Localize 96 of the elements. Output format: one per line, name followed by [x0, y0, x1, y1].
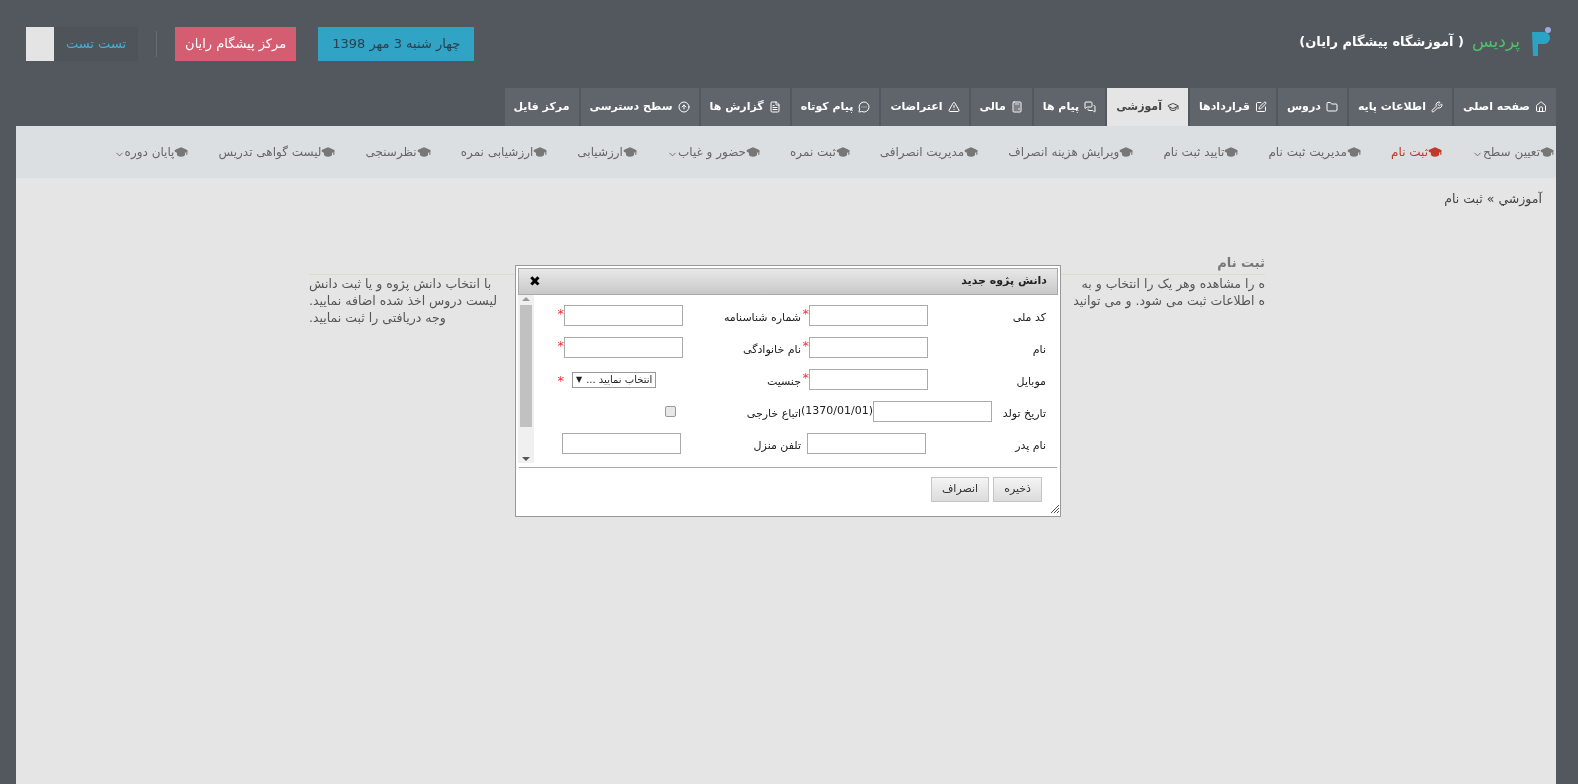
nav-tab[interactable]: پیام کوتاه [791, 88, 880, 126]
nav-tab[interactable]: اطلاعات پایه [1348, 88, 1452, 126]
nav-tab[interactable]: صفحه اصلی [1454, 88, 1556, 126]
text-field[interactable] [807, 433, 926, 454]
required-mark: * [556, 373, 564, 387]
nav-tab[interactable]: گزارش ها [700, 88, 790, 126]
wrench-icon [1431, 101, 1443, 113]
home-icon [1535, 101, 1547, 113]
nav-tab[interactable]: مالی [970, 88, 1032, 126]
graduation-cap-icon [416, 145, 431, 159]
field-label: کد ملی [1012, 310, 1046, 324]
graduation-cap-icon [1119, 145, 1134, 159]
text-field[interactable] [564, 337, 683, 358]
text-field[interactable] [564, 305, 683, 326]
required-mark: * [801, 371, 809, 384]
graduation-cap-icon [1166, 101, 1179, 113]
dialog-button[interactable]: ذخیره [993, 477, 1042, 502]
required-mark: * [801, 339, 809, 352]
subnav-item[interactable]: نظرسنجی [365, 143, 431, 161]
scroll-up-icon [522, 297, 530, 301]
date-field[interactable] [873, 401, 992, 422]
field-label: تلفن منزل [753, 438, 801, 452]
field-label: اتباع خارجی [746, 406, 801, 420]
graduation-cap-icon [1224, 145, 1239, 159]
required-mark: * [556, 307, 564, 320]
graduation-cap-icon [835, 145, 850, 159]
graduation-cap-icon [964, 145, 979, 159]
calculator-icon [1010, 101, 1023, 113]
nav-tab[interactable]: سطح دسترسی [580, 88, 699, 126]
subnav-item[interactable]: ارزشیابی نمره [460, 143, 548, 161]
dropdown-arrow-icon: ▼ [576, 373, 583, 386]
graduation-cap-icon [533, 145, 548, 159]
dialog-button[interactable]: انصراف [930, 477, 990, 502]
document-icon [768, 101, 781, 113]
gender-select[interactable]: انتخاب نمایید ... ▼ [572, 371, 657, 388]
text-field[interactable] [809, 305, 928, 326]
folder-icon [1325, 101, 1338, 113]
graduation-cap-icon [321, 145, 336, 159]
text-field[interactable] [562, 433, 681, 454]
field-label: موبایل [1016, 374, 1046, 388]
scroll-down-icon [522, 457, 530, 461]
arrow-up-circle-icon [677, 101, 690, 113]
graduation-cap-icon [1347, 145, 1362, 159]
description-text: با انتخاب دانش پژوه و یا ثبت دانش [309, 275, 492, 293]
resize-grip-icon [1050, 504, 1059, 513]
required-mark: * [801, 307, 809, 320]
field-label: نام [1032, 342, 1046, 356]
warning-icon [947, 101, 960, 113]
nav-tab[interactable]: آموزشی [1107, 88, 1188, 126]
field-label: تاریخ تولد [1002, 406, 1046, 420]
subnav-item[interactable]: حضور و غیاب [666, 143, 761, 161]
graduation-cap-icon [746, 145, 761, 159]
nav-tab[interactable]: پیام ها [1033, 88, 1106, 126]
graduation-cap-icon [1540, 145, 1554, 159]
institute-name: ( آموزشگاه پیشگام رایان) [1299, 32, 1464, 52]
required-mark: * [556, 339, 564, 352]
description-text: لیست دروس اخذ شده اضافه نمایید. [309, 292, 497, 310]
field-label: جنسیت [766, 374, 801, 388]
subnav-item[interactable]: پایان دوره [113, 143, 189, 161]
center-badge: مرکز پیشگام رایان [175, 27, 297, 61]
graduation-cap-icon [1428, 145, 1443, 159]
description-text: ه اطلاعات ثبت می شود. و می توانید [1073, 292, 1265, 310]
date-badge: چهار شنبه 3 مهر 1398 [318, 27, 475, 61]
text-field[interactable] [809, 337, 928, 358]
subnav-item[interactable]: تایید ثبت نام [1163, 143, 1239, 161]
brand-name: پردیس [1471, 30, 1520, 54]
field-label: نام پدر [1015, 438, 1046, 452]
field-label: شماره شناسنامه [723, 310, 801, 324]
subnav-item[interactable]: تعیین سطح [1472, 143, 1554, 161]
subnav-item[interactable]: مدیریت انصرافی [879, 143, 979, 161]
subnav-item[interactable]: ثبت نام [1391, 143, 1443, 161]
user-name[interactable]: تست تست [54, 27, 139, 61]
description-text: وجه دریافتی را ثبت نمایید. [309, 309, 446, 327]
subnav-item[interactable]: مدیریت ثبت نام [1268, 143, 1362, 161]
dialog-title: دانش پژوه جدید [961, 273, 1047, 290]
text-field[interactable] [809, 369, 928, 390]
scrollbar[interactable] [518, 295, 534, 463]
foreign-checkbox[interactable] [665, 406, 676, 417]
graduation-cap-icon [174, 145, 189, 159]
subnav-item[interactable]: ثبت نمره [790, 143, 850, 161]
breadcrumb: آموزشي » ثبت نام [1443, 190, 1542, 209]
date-hint: (1370/01/01) [801, 403, 873, 420]
avatar-placeholder [26, 27, 54, 61]
graduation-cap-icon [622, 145, 637, 159]
nav-tab[interactable]: اعتراضات [881, 88, 969, 126]
message-icon [858, 101, 871, 113]
subnav-item[interactable]: لیست گواهی تدریس [218, 143, 336, 161]
nav-tab[interactable]: قراردادها [1189, 88, 1276, 126]
chat-icon [1084, 101, 1097, 113]
edit-icon [1254, 101, 1267, 113]
nav-tab[interactable]: دروس [1277, 88, 1347, 126]
subnav-item[interactable]: ارزشیابی [577, 143, 637, 161]
field-label: نام خانوادگی [743, 342, 801, 356]
nav-tab[interactable]: مرکز فایل [504, 88, 579, 126]
description-text: ه را مشاهده وهر یک را انتخاب و به [1081, 275, 1265, 293]
subnav-item[interactable]: ویرایش هزینه انصراف [1008, 143, 1134, 161]
